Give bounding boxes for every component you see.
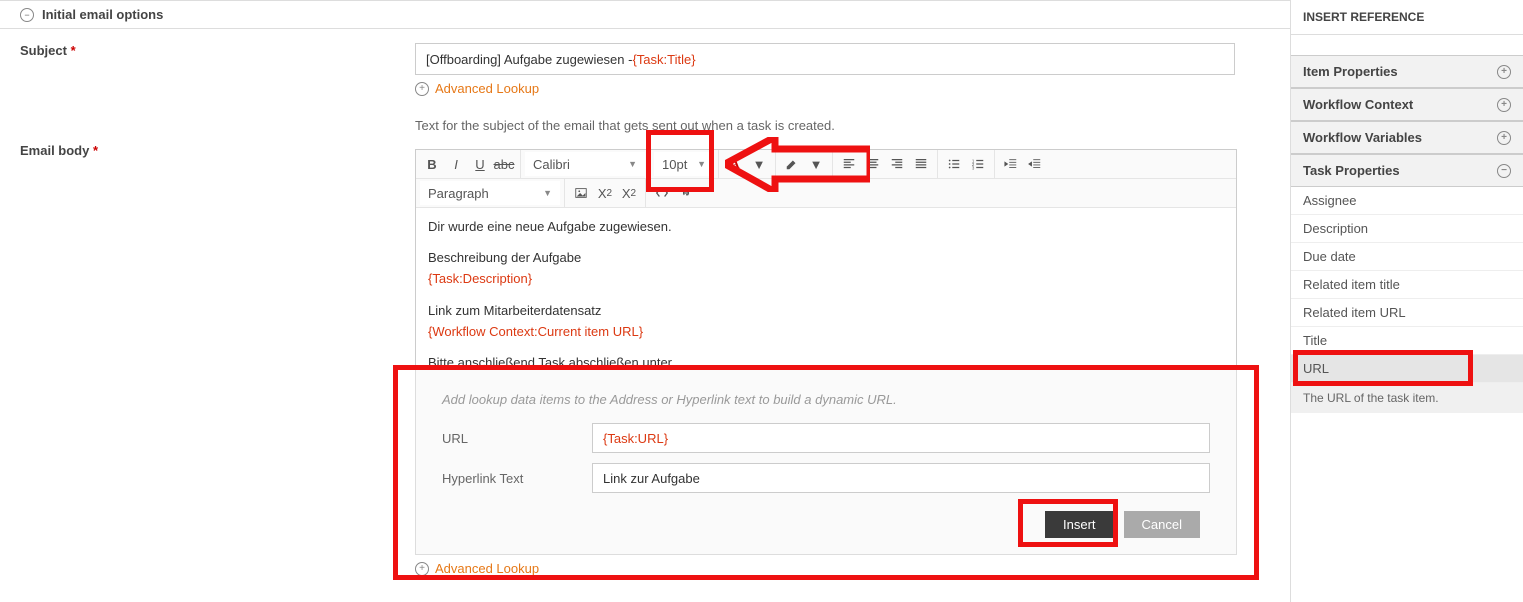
- expand-icon: +: [1497, 131, 1511, 145]
- task-prop-assignee[interactable]: Assignee: [1291, 187, 1523, 215]
- section-header[interactable]: − Initial email options: [0, 0, 1290, 29]
- link-editor-panel: Add lookup data items to the Address or …: [415, 369, 1237, 555]
- link-button[interactable]: [674, 181, 698, 205]
- strike-button[interactable]: abc: [492, 152, 516, 176]
- underline-button[interactable]: U: [468, 152, 492, 176]
- advanced-lookup-body[interactable]: + Advanced Lookup: [415, 561, 1259, 576]
- link-panel-hint: Add lookup data items to the Address or …: [442, 392, 1210, 407]
- insert-button[interactable]: Insert: [1045, 511, 1114, 538]
- editor-content[interactable]: Dir wurde eine neue Aufgabe zugewiesen. …: [416, 208, 1236, 368]
- group-workflow-variables[interactable]: Workflow Variables +: [1291, 122, 1523, 154]
- subject-input[interactable]: [Offboarding] Aufgabe zugewiesen - {Task…: [415, 43, 1235, 75]
- arrow-annotation: [725, 137, 870, 192]
- task-prop-due-date[interactable]: Due date: [1291, 243, 1523, 271]
- task-prop-description-text: The URL of the task item.: [1291, 383, 1523, 413]
- superscript-button[interactable]: X2: [617, 181, 641, 205]
- bold-button[interactable]: B: [420, 152, 444, 176]
- task-prop-url[interactable]: URL: [1291, 355, 1523, 383]
- advanced-lookup-subject[interactable]: + Advanced Lookup: [415, 81, 1270, 96]
- size-select[interactable]: 10pt▼: [654, 152, 714, 176]
- expand-icon: +: [1497, 98, 1511, 112]
- align-justify-button[interactable]: [909, 152, 933, 176]
- body-label: Email body *: [20, 143, 98, 158]
- plus-icon: +: [415, 562, 429, 576]
- bullet-list-button[interactable]: [942, 152, 966, 176]
- indent-button[interactable]: [1023, 152, 1047, 176]
- hyperlink-text-input[interactable]: Link zur Aufgabe: [592, 463, 1210, 493]
- insert-reference-sidebar: INSERT REFERENCE Item Properties + Workf…: [1290, 0, 1523, 602]
- task-prop-description[interactable]: Description: [1291, 215, 1523, 243]
- outdent-button[interactable]: [999, 152, 1023, 176]
- group-task-properties[interactable]: Task Properties −: [1291, 155, 1523, 187]
- task-prop-title[interactable]: Title: [1291, 327, 1523, 355]
- hyperlink-text-label: Hyperlink Text: [442, 471, 592, 486]
- section-title: Initial email options: [42, 7, 163, 22]
- url-label: URL: [442, 431, 592, 446]
- group-workflow-context[interactable]: Workflow Context +: [1291, 89, 1523, 121]
- align-right-button[interactable]: [885, 152, 909, 176]
- sidebar-title: INSERT REFERENCE: [1291, 0, 1523, 35]
- url-input[interactable]: {Task:URL}: [592, 423, 1210, 453]
- cancel-button[interactable]: Cancel: [1124, 511, 1200, 538]
- subject-label: Subject *: [20, 43, 76, 58]
- svg-text:3: 3: [972, 165, 975, 170]
- collapse-icon: −: [20, 8, 34, 22]
- italic-button[interactable]: I: [444, 152, 468, 176]
- number-list-button[interactable]: 123: [966, 152, 990, 176]
- code-button[interactable]: [650, 181, 674, 205]
- expand-icon: +: [1497, 65, 1511, 79]
- subscript-button[interactable]: X2: [593, 181, 617, 205]
- group-item-properties[interactable]: Item Properties +: [1291, 56, 1523, 88]
- subject-helper: Text for the subject of the email that g…: [415, 118, 1270, 133]
- font-select[interactable]: Calibri▼: [525, 152, 645, 176]
- block-select[interactable]: Paragraph▼: [420, 181, 560, 205]
- task-prop-related-item-title[interactable]: Related item title: [1291, 271, 1523, 299]
- plus-icon: +: [415, 82, 429, 96]
- task-prop-related-item-url[interactable]: Related item URL: [1291, 299, 1523, 327]
- collapse-icon: −: [1497, 164, 1511, 178]
- image-button[interactable]: [569, 181, 593, 205]
